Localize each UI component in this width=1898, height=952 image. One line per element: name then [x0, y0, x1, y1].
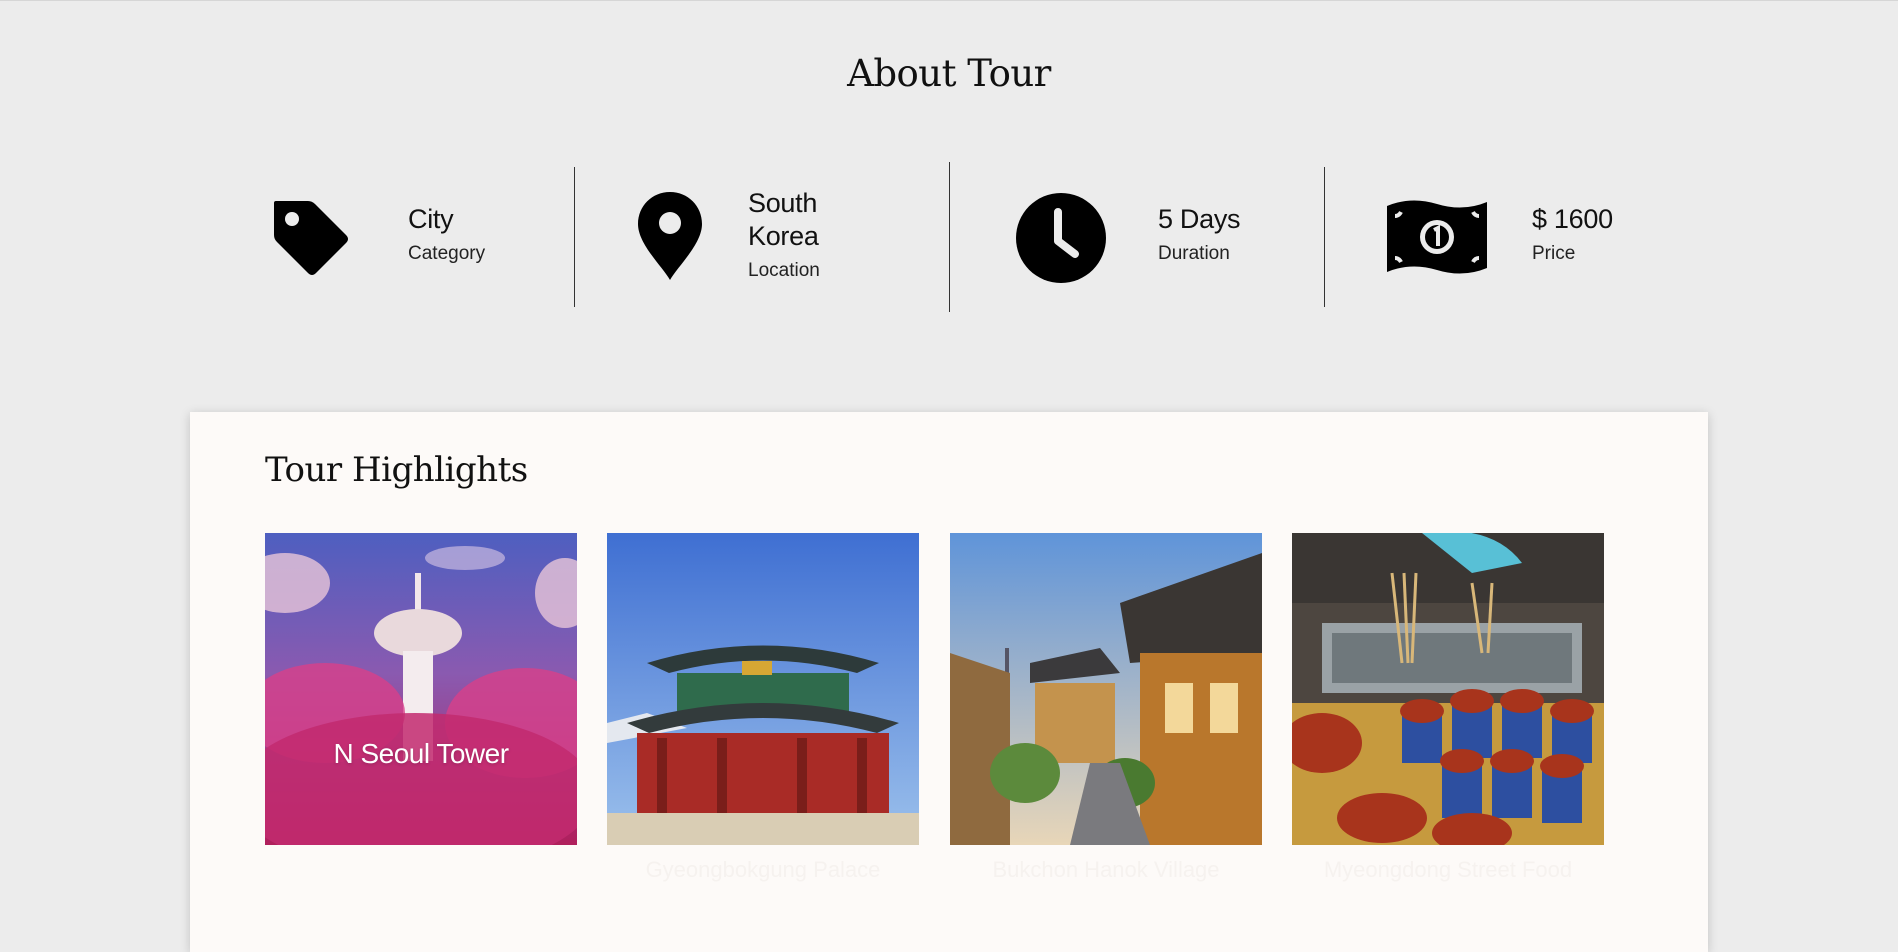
highlight-tile-palace[interactable] [607, 533, 919, 845]
tag-icon [270, 197, 350, 277]
tour-highlights-card: Tour Highlights N Seoul Tower Gyeongbokg… [190, 412, 1708, 952]
category-value: City [408, 204, 454, 234]
info-price: $ 1600 Price [1325, 160, 1725, 320]
price-text: $ 1600 Price [1532, 203, 1613, 266]
highlight-tile-hanok-village[interactable] [950, 533, 1262, 845]
about-tour-title: About Tour [847, 52, 1051, 95]
map-pin-icon [636, 190, 704, 282]
location-label: Location [748, 260, 820, 281]
category-text: City Category [408, 203, 485, 266]
info-category: City Category [0, 160, 570, 320]
clock-icon [1015, 192, 1107, 284]
price-label: Price [1532, 243, 1576, 264]
category-label: Category [408, 243, 486, 264]
hanok-village-caption: Bukchon Hanok Village [992, 857, 1220, 882]
street-food-image [1292, 533, 1604, 845]
info-location: South Korea Location [575, 160, 949, 320]
street-food-caption: Myeongdong Street Food [1323, 857, 1573, 882]
duration-value: 5 Days [1158, 204, 1241, 234]
duration-label: Duration [1158, 243, 1230, 264]
tour-highlights-title: Tour Highlights [265, 450, 528, 490]
duration-text: 5 Days Duration [1158, 203, 1241, 266]
location-value: South Korea [748, 188, 819, 251]
location-text: South Korea Location [748, 187, 858, 283]
highlight-tile-street-food[interactable] [1292, 533, 1604, 845]
palace-caption: Gyeongbokgung Palace [645, 857, 881, 882]
price-value: $ 1600 [1532, 204, 1613, 234]
money-bill-icon [1385, 196, 1489, 278]
n-seoul-tower-caption: N Seoul Tower [333, 738, 509, 769]
top-border [0, 0, 1898, 1]
palace-image [607, 533, 919, 845]
tour-info-row: City Category South Korea Location 5 Day… [0, 160, 1898, 320]
info-duration: 5 Days Duration [950, 160, 1324, 320]
highlight-tile-n-seoul-tower[interactable]: N Seoul Tower [265, 533, 577, 845]
hanok-village-image [950, 533, 1262, 845]
n-seoul-tower-image [265, 533, 577, 845]
